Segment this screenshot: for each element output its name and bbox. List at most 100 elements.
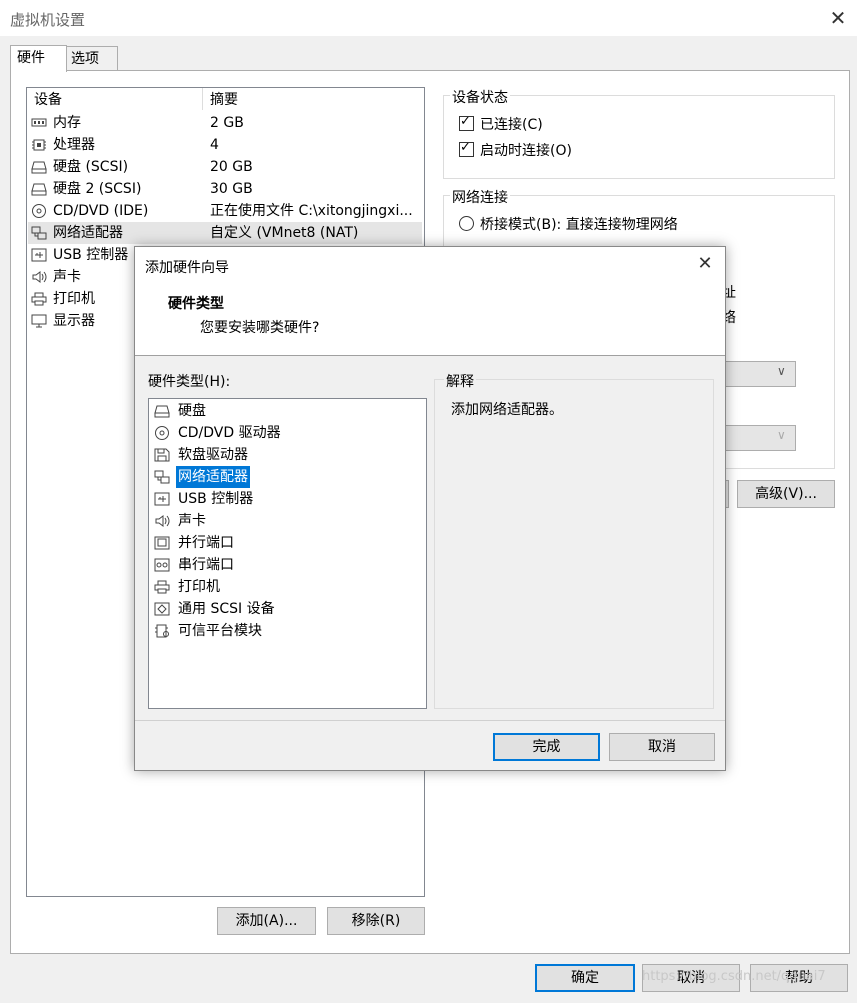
device-name: 内存: [53, 115, 81, 131]
remove-button[interactable]: 移除(R): [327, 907, 425, 935]
network-connection-title: 网络连接: [450, 187, 510, 207]
device-name: 声卡: [53, 269, 81, 285]
device-row-network-adapter[interactable]: 网络适配器 自定义 (VMnet8 (NAT): [28, 222, 422, 244]
column-divider[interactable]: [202, 88, 203, 110]
bridged-radio[interactable]: [459, 216, 474, 231]
close-icon[interactable]: ✕: [695, 253, 715, 274]
display-icon: [31, 314, 47, 328]
printer-icon: [31, 292, 47, 306]
device-name: CD/DVD (IDE): [53, 203, 149, 219]
dialog-title: 添加硬件向导: [145, 260, 229, 276]
device-summary: 4: [210, 137, 219, 153]
explanation-group: [434, 379, 714, 709]
device-summary: 正在使用文件 C:\xitongjingxi...: [210, 203, 413, 219]
usb-icon: [31, 248, 47, 262]
list-item-hard-disk[interactable]: 硬盘: [151, 400, 421, 422]
tab-options-label: 选项: [71, 51, 99, 67]
device-row-hard-disk-2[interactable]: 硬盘 2 (SCSI) 30 GB: [28, 178, 422, 200]
tab-hardware[interactable]: 硬件: [10, 45, 67, 72]
device-summary: 20 GB: [210, 159, 253, 175]
list-item-label: 声卡: [178, 513, 206, 529]
hard-disk-icon: [31, 161, 47, 174]
list-item-label: 通用 SCSI 设备: [178, 601, 275, 617]
list-item-label: 打印机: [178, 579, 220, 595]
parallel-port-icon: [154, 536, 170, 550]
device-name: 打印机: [53, 291, 95, 307]
sound-card-icon: [155, 515, 170, 527]
list-item-cd-dvd[interactable]: CD/DVD 驱动器: [151, 422, 421, 444]
ok-button[interactable]: 确定: [535, 964, 635, 992]
advanced-button[interactable]: 高级(V)...: [737, 480, 835, 508]
list-item-label: 可信平台模块: [178, 623, 262, 639]
list-item-floppy[interactable]: 软盘驱动器: [151, 444, 421, 466]
finish-button[interactable]: 完成: [493, 733, 600, 761]
connect-at-power-on-checkbox[interactable]: [459, 140, 474, 157]
device-summary: 自定义 (VMnet8 (NAT): [210, 225, 359, 241]
wizard-subheading: 您要安装哪类硬件?: [200, 320, 320, 336]
title-bar: 虚拟机设置 ✕: [0, 0, 857, 36]
device-name: USB 控制器: [53, 247, 129, 263]
tab-options[interactable]: 选项: [64, 46, 118, 71]
device-status-title: 设备状态: [450, 87, 510, 107]
list-item-label: CD/DVD 驱动器: [178, 425, 281, 441]
connected-label[interactable]: 已连接(C): [480, 114, 543, 134]
network-adapter-icon: [31, 226, 47, 240]
list-item-label: 串行端口: [178, 557, 234, 573]
add-button[interactable]: 添加(A)...: [217, 907, 316, 935]
usb-icon: [154, 492, 170, 506]
floppy-icon: [154, 448, 170, 462]
device-row-memory[interactable]: 内存 2 GB: [28, 112, 422, 134]
hard-disk-icon: [154, 405, 170, 418]
sound-card-icon: [32, 271, 47, 283]
device-status-group: [443, 95, 835, 179]
device-row-cd-dvd[interactable]: CD/DVD (IDE) 正在使用文件 C:\xitongjingxi...: [28, 200, 422, 222]
cancel-button[interactable]: 取消: [609, 733, 715, 761]
close-icon[interactable]: ✕: [828, 6, 848, 30]
network-combo[interactable]: ∨: [722, 361, 796, 387]
cd-dvd-icon: [32, 204, 46, 218]
device-name: 硬盘 2 (SCSI): [53, 181, 142, 197]
list-item-label: 软盘驱动器: [178, 447, 248, 463]
lan-segment-combo[interactable]: ∨: [722, 425, 796, 451]
chevron-down-icon: ∨: [777, 364, 786, 378]
serial-port-icon: [154, 558, 170, 572]
tpm-icon: [155, 624, 169, 638]
network-adapter-icon: [154, 470, 170, 484]
summary-column-header[interactable]: 摘要: [210, 90, 238, 110]
device-row-processor[interactable]: 处理器 4: [28, 134, 422, 156]
device-column-header[interactable]: 设备: [34, 90, 62, 110]
printer-icon: [154, 580, 170, 594]
list-item-label: 网络适配器: [175, 465, 251, 489]
chevron-down-icon: ∨: [777, 428, 786, 442]
connected-checkbox[interactable]: [459, 114, 474, 131]
connect-at-power-on-label[interactable]: 启动时连接(O): [480, 140, 572, 160]
list-item-sound-card[interactable]: 声卡: [151, 510, 421, 532]
bridged-label[interactable]: 桥接模式(B): 直接连接物理网络: [480, 214, 678, 234]
window-title: 虚拟机设置: [10, 11, 86, 29]
list-item-printer[interactable]: 打印机: [151, 576, 421, 598]
device-row-hard-disk[interactable]: 硬盘 (SCSI) 20 GB: [28, 156, 422, 178]
device-summary: 2 GB: [210, 115, 244, 131]
wizard-header: 添加硬件向导 ✕ 硬件类型 您要安装哪类硬件?: [135, 247, 725, 356]
explanation-title: 解释: [444, 371, 476, 391]
divider: [135, 720, 725, 721]
hardware-type-label: 硬件类型(H):: [148, 374, 231, 390]
processor-icon: [32, 139, 46, 151]
list-item-label: 并行端口: [178, 535, 234, 551]
explanation-text: 添加网络适配器。: [451, 402, 563, 418]
list-item-tpm[interactable]: 可信平台模块: [151, 620, 421, 642]
device-summary: 30 GB: [210, 181, 253, 197]
list-item-scsi-device[interactable]: 通用 SCSI 设备: [151, 598, 421, 620]
device-name: 网络适配器: [53, 225, 123, 241]
list-item-network-adapter[interactable]: 网络适配器: [151, 465, 421, 489]
list-item-usb[interactable]: USB 控制器: [151, 488, 421, 510]
hardware-type-list[interactable]: 硬盘 CD/DVD 驱动器 软盘驱动器 网络适配器 USB 控制器 声卡 并行端…: [148, 398, 427, 709]
scsi-device-icon: [154, 602, 170, 616]
list-item-label: USB 控制器: [178, 491, 254, 507]
wizard-heading: 硬件类型: [168, 296, 224, 312]
list-item-parallel-port[interactable]: 并行端口: [151, 532, 421, 554]
watermark: https://blog.csdn.net/qquai7: [642, 969, 826, 984]
list-item-label: 硬盘: [178, 403, 206, 419]
list-item-serial-port[interactable]: 串行端口: [151, 554, 421, 576]
hard-disk-icon: [31, 183, 47, 196]
